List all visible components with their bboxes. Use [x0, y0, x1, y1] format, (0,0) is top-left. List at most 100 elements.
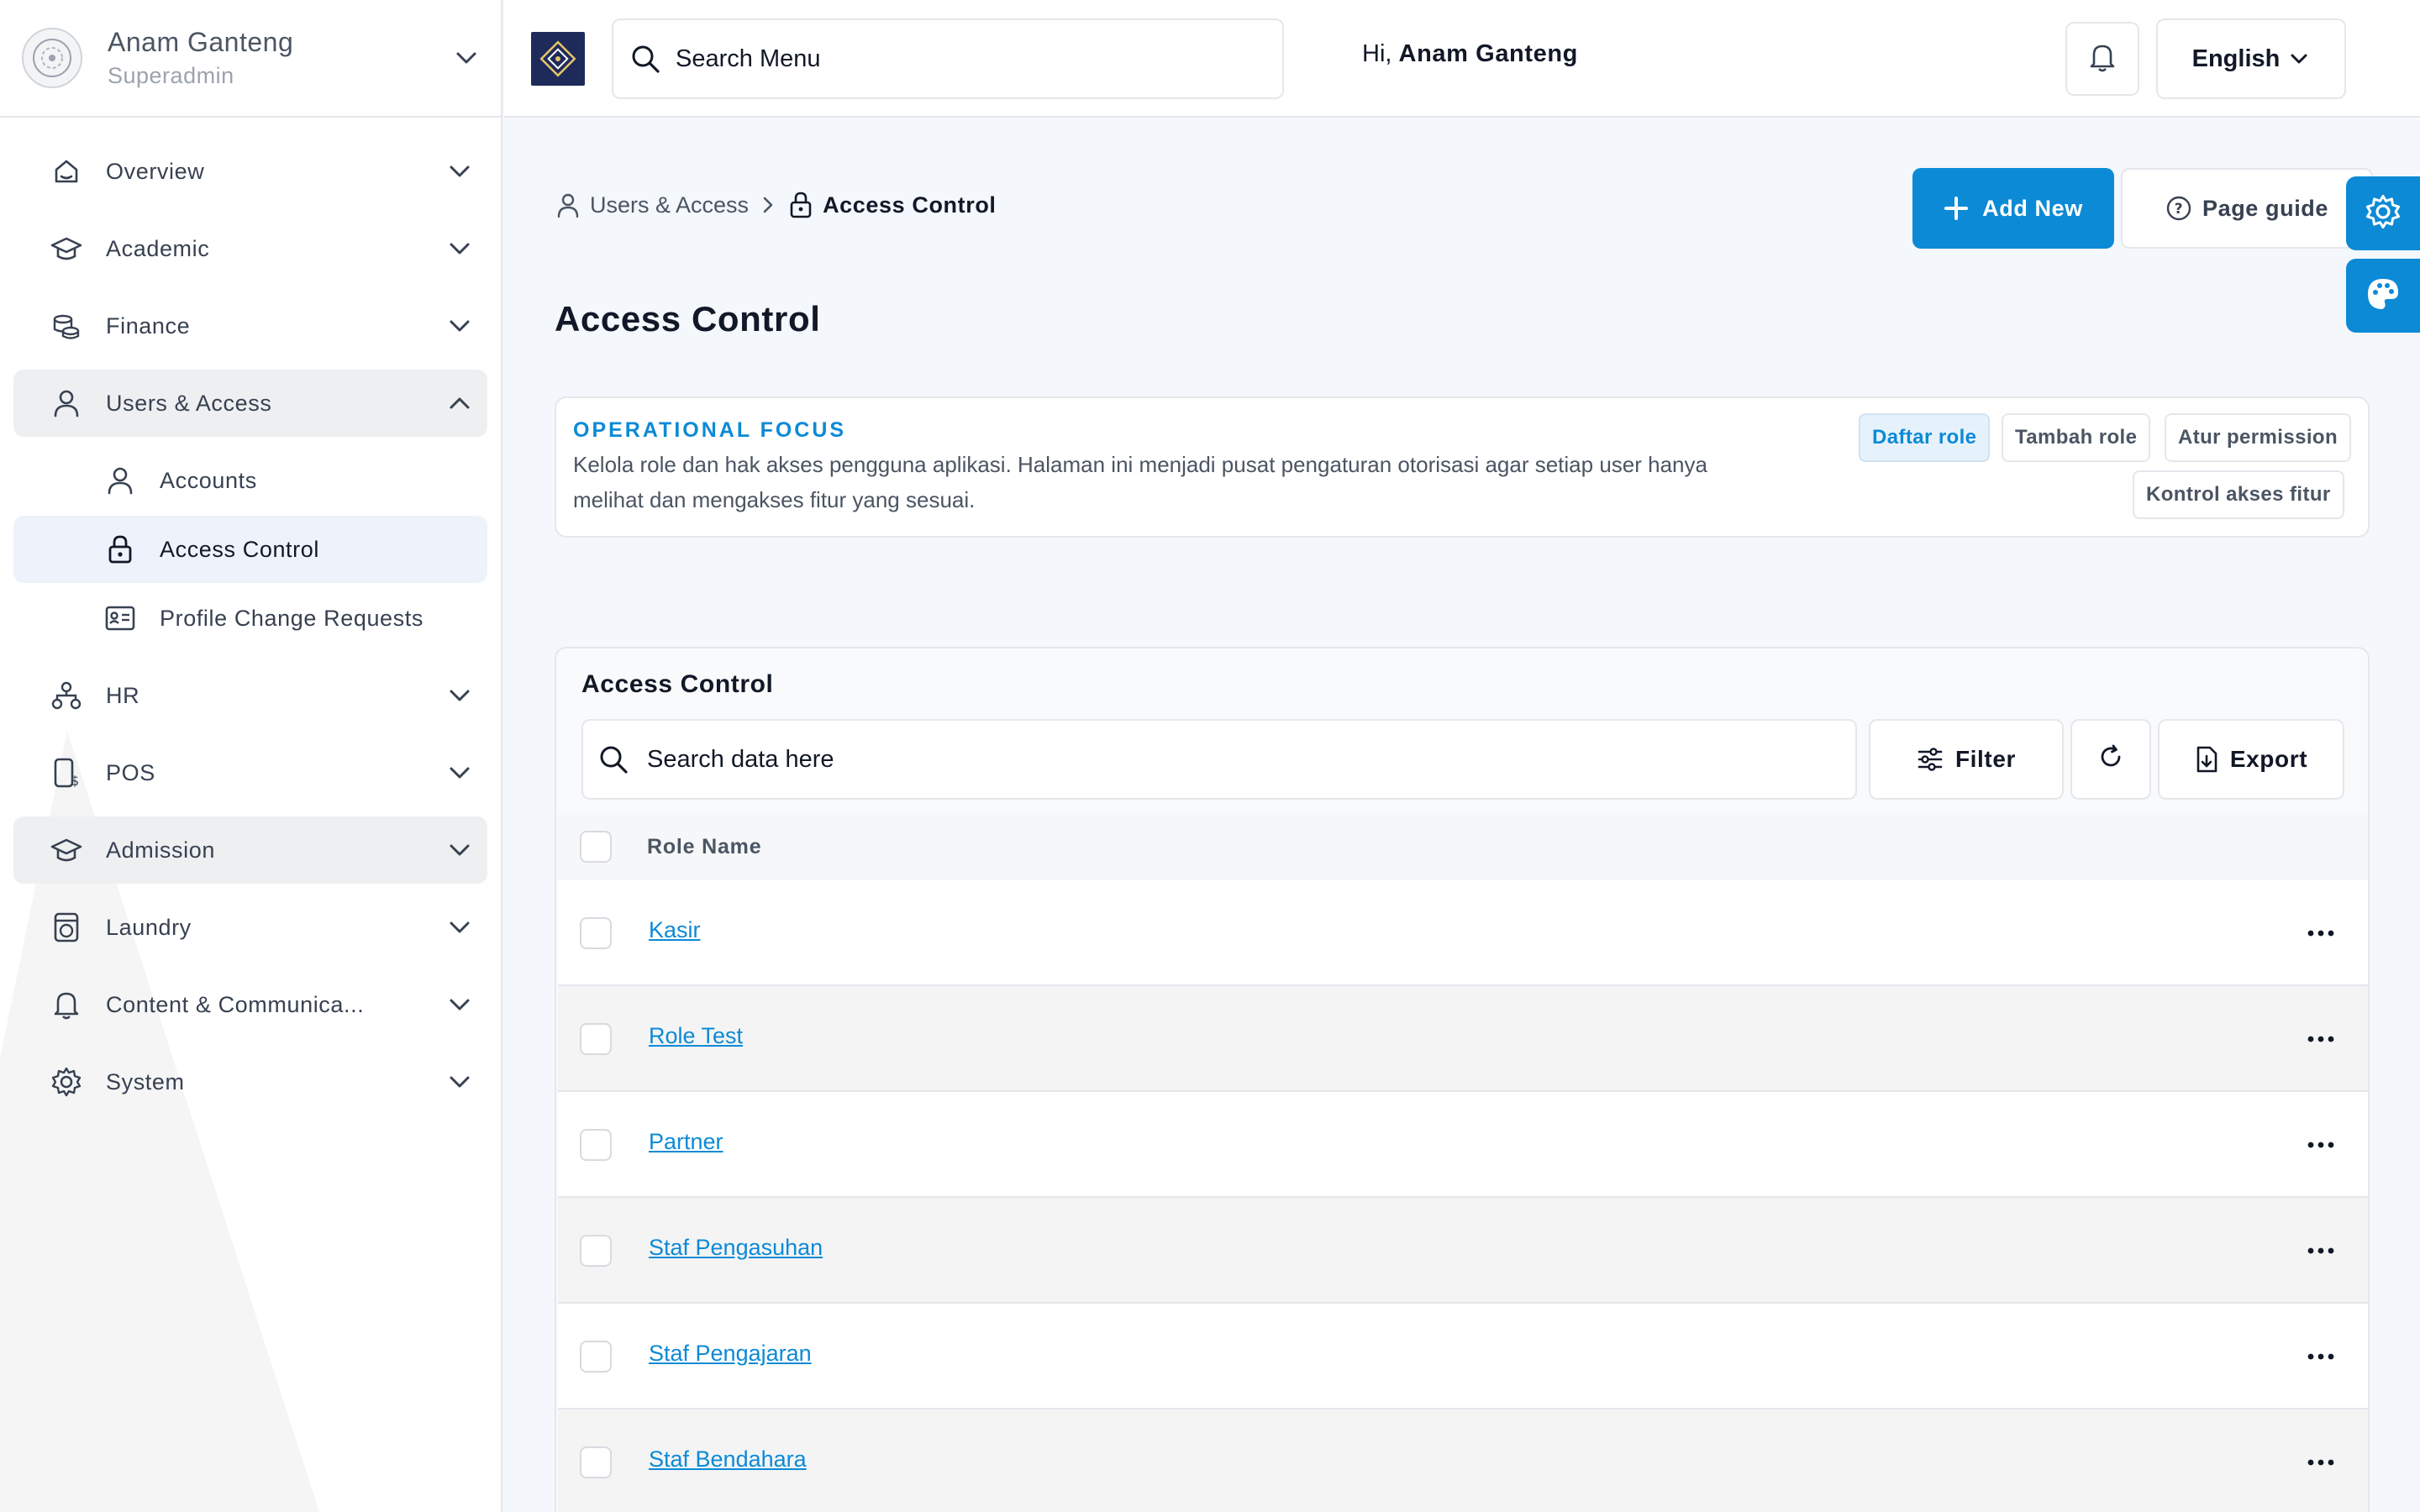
export-button[interactable]: Export: [2158, 719, 2344, 800]
settings-panel-button[interactable]: [2346, 176, 2420, 250]
sidebar-item-label: Content & Communica...: [106, 991, 365, 1017]
language-select[interactable]: English: [2156, 18, 2346, 99]
table-row: Staf Pengajaran: [558, 1304, 2368, 1410]
avatar: [22, 28, 82, 88]
more-horizontal-icon[interactable]: [2304, 1235, 2338, 1267]
select-all-checkbox[interactable]: [580, 831, 612, 863]
sidebar-item-pos[interactable]: $ POS: [13, 739, 487, 806]
role-name-link[interactable]: Staf Bendahara: [649, 1446, 807, 1473]
help-icon: ?: [2165, 195, 2192, 222]
row-checkbox[interactable]: [580, 1446, 612, 1478]
more-horizontal-icon[interactable]: [2304, 1446, 2338, 1478]
graduation-cap-icon: [50, 834, 82, 866]
sidebar-item-label: HR: [106, 682, 140, 708]
filter-button[interactable]: Filter: [1869, 719, 2064, 800]
row-checkbox[interactable]: [580, 917, 612, 949]
table-row: Role Test: [558, 986, 2368, 1092]
sidebar-item-hr[interactable]: HR: [13, 662, 487, 729]
breadcrumb-parent[interactable]: Users & Access: [590, 192, 749, 218]
chip-kontrol-akses-fitur[interactable]: Kontrol akses fitur: [2133, 470, 2344, 519]
refresh-button[interactable]: [2070, 719, 2151, 800]
file-download-icon: [2195, 745, 2218, 774]
chevron-down-icon[interactable]: [454, 45, 479, 71]
gear-icon: [2365, 193, 2402, 234]
more-horizontal-icon[interactable]: [2304, 917, 2338, 949]
search-icon: [627, 40, 664, 77]
svg-text:?: ?: [2175, 201, 2183, 218]
sidebar-item-laundry[interactable]: Laundry: [13, 894, 487, 961]
sidebar-item-label: POS: [106, 759, 155, 785]
floating-side-tabs: [2346, 176, 2420, 341]
chevron-down-icon: [447, 992, 472, 1017]
data-search-placeholder: Search data here: [647, 745, 834, 773]
sidebar-item-system[interactable]: System: [13, 1048, 487, 1116]
chip-atur-permission[interactable]: Atur permission: [2165, 413, 2352, 462]
sidebar-item-label: Laundry: [106, 914, 192, 940]
user-profile[interactable]: Anam Ganteng Superadmin: [0, 0, 501, 118]
more-horizontal-icon[interactable]: [2304, 1023, 2338, 1055]
chevron-down-icon: [447, 313, 472, 339]
row-checkbox[interactable]: [580, 1341, 612, 1373]
role-name-link[interactable]: Kasir: [649, 917, 701, 943]
row-checkbox[interactable]: [580, 1235, 612, 1267]
chevron-right-icon: [762, 196, 774, 214]
lock-icon: [104, 533, 136, 565]
greeting-name: Anam Ganteng: [1398, 40, 1578, 67]
table-row: Kasir: [558, 880, 2368, 986]
role-name-link[interactable]: Role Test: [649, 1023, 743, 1049]
row-checkbox[interactable]: [580, 1129, 612, 1161]
add-new-button[interactable]: Add New: [1912, 168, 2114, 249]
search-menu-placeholder: Search Menu: [676, 45, 821, 72]
sidebar-item-label: Admission: [106, 837, 215, 863]
search-menu-input[interactable]: Search Menu: [612, 18, 1284, 99]
sidebar-subitem-profile-change-requests[interactable]: Profile Change Requests: [13, 585, 487, 652]
operational-focus-card: OPERATIONAL FOCUS Kelola role dan hak ak…: [555, 396, 2370, 538]
sidebar-item-label: System: [106, 1068, 185, 1095]
washing-machine-icon: [50, 911, 82, 943]
sidebar-item-academic[interactable]: Academic: [13, 215, 487, 282]
sidebar-item-users-access[interactable]: Users & Access: [13, 370, 487, 437]
sidebar-item-overview[interactable]: Overview: [13, 138, 487, 205]
sidebar-item-label: Academic: [106, 235, 210, 261]
sidebar-item-finance[interactable]: Finance: [13, 292, 487, 360]
page-title: Access Control: [555, 299, 821, 339]
sidebar-item-admission[interactable]: Admission: [13, 816, 487, 884]
add-new-label: Add New: [1982, 195, 2083, 221]
role-name-link[interactable]: Staf Pengasuhan: [649, 1235, 823, 1261]
role-name-link[interactable]: Partner: [649, 1129, 723, 1155]
sidebar-item-label: Overview: [106, 158, 205, 184]
sidebar-subitem-label: Profile Change Requests: [160, 605, 424, 631]
sidebar-subitem-label: Access Control: [160, 536, 319, 562]
sidebar-subitem-access-control[interactable]: Access Control: [13, 516, 487, 583]
role-name-link[interactable]: Staf Pengajaran: [649, 1341, 812, 1367]
main-content: Users & Access Access Control Add New ? …: [504, 119, 2420, 1512]
chevron-down-icon: [447, 837, 472, 863]
coins-icon: [50, 310, 82, 342]
chevron-down-icon: [447, 760, 472, 785]
data-search-input[interactable]: Search data here: [581, 719, 1857, 800]
sidebar-item-content-communication[interactable]: Content & Communica...: [13, 971, 487, 1038]
lock-icon: [787, 192, 814, 218]
language-label: English: [2191, 45, 2281, 72]
sidebar-nav: Overview Academic Finance Users & Access: [0, 118, 501, 1116]
chip-tambah-role[interactable]: Tambah role: [2002, 413, 2151, 462]
more-horizontal-icon[interactable]: [2304, 1341, 2338, 1373]
table-row: Partner: [558, 1092, 2368, 1198]
chevron-down-icon: [447, 159, 472, 184]
chevron-down-icon: [447, 683, 472, 708]
more-horizontal-icon[interactable]: [2304, 1129, 2338, 1161]
app-logo[interactable]: [531, 32, 585, 86]
sidebar-subitem-accounts[interactable]: Accounts: [13, 447, 487, 514]
sidebar-subitem-label: Accounts: [160, 467, 257, 493]
bell-icon: [2087, 41, 2118, 77]
org-chart-icon: [50, 680, 82, 711]
pos-device-icon: $: [50, 757, 82, 789]
table-row: Staf Bendahara: [558, 1410, 2368, 1512]
row-checkbox[interactable]: [580, 1023, 612, 1055]
page-guide-button[interactable]: ? Page guide: [2121, 168, 2373, 249]
notifications-button[interactable]: [2065, 22, 2139, 96]
chevron-down-icon: [2288, 46, 2310, 71]
column-header-role-name[interactable]: Role Name: [647, 835, 761, 859]
chip-daftar-role[interactable]: Daftar role: [1859, 413, 1991, 462]
theme-panel-button[interactable]: [2346, 259, 2420, 333]
